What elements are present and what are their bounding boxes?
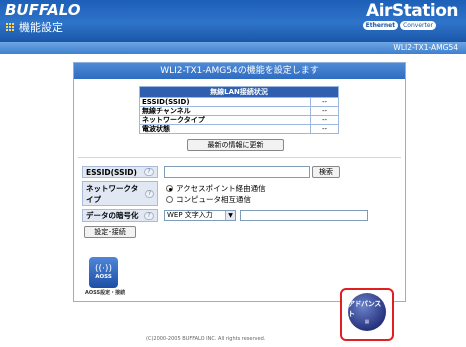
badge-ethernet: Ethernet bbox=[362, 21, 399, 30]
status-value: -- bbox=[310, 124, 339, 134]
apply-connect-button[interactable]: 設定･接続 bbox=[84, 226, 136, 238]
badge-converter: Converter bbox=[400, 21, 436, 30]
radio-access-point[interactable]: アクセスポイント経由通信 bbox=[166, 183, 266, 194]
status-value: -- bbox=[310, 115, 339, 125]
encryption-select-value: WEP 文字入力 bbox=[167, 211, 213, 219]
radio-button-selected[interactable] bbox=[166, 185, 173, 192]
encryption-label: データの暗号化 ? bbox=[82, 209, 158, 222]
table-row: 電波状態 -- bbox=[138, 124, 339, 134]
refresh-button[interactable]: 最新の情報に更新 bbox=[187, 139, 284, 151]
product-logo: AirStation bbox=[366, 1, 458, 21]
encryption-select[interactable]: WEP 文字入力 ▼ bbox=[164, 210, 236, 221]
status-value: -- bbox=[310, 97, 339, 107]
aoss-label: AOSS設定・接続 bbox=[85, 290, 126, 296]
status-label: 電波状態 bbox=[138, 124, 312, 134]
radio-button[interactable] bbox=[166, 196, 173, 203]
radio-adhoc[interactable]: コンピュータ相互通信 bbox=[166, 194, 251, 205]
aoss-button[interactable]: ((·)) AOSS bbox=[89, 257, 118, 288]
table-row: 無線チャンネル -- bbox=[138, 106, 339, 116]
status-label: ESSID(SSID) bbox=[138, 97, 312, 107]
grid-menu-icon bbox=[6, 22, 15, 32]
aoss-button-text: AOSS bbox=[95, 273, 112, 280]
chevron-down-icon[interactable]: ▼ bbox=[225, 211, 235, 220]
product-badge: Ethernet Converter bbox=[362, 21, 436, 30]
ssid-label: ESSID(SSID) ? bbox=[82, 166, 158, 178]
wireless-signal-icon: ((·)) bbox=[95, 263, 112, 274]
advanced-button[interactable]: アドバンスト ▦ bbox=[348, 293, 386, 331]
top-header: BUFFALO 機能設定 AirStation Ethernet Convert… bbox=[0, 0, 466, 42]
radio-label: アクセスポイント経由通信 bbox=[176, 184, 266, 193]
help-icon[interactable]: ? bbox=[144, 168, 154, 176]
network-type-label: ネットワークタイプ ? bbox=[82, 181, 158, 206]
ssid-input[interactable] bbox=[164, 166, 310, 178]
encryption-label-text: データの暗号化 bbox=[86, 211, 139, 220]
help-icon[interactable]: ? bbox=[144, 189, 154, 198]
settings-panel: WLI2-TX1-AMG54の機能を設定します 無線LAN接続状況 ESSID(… bbox=[73, 62, 406, 302]
model-name: WLI2-TX1-AMG54 bbox=[393, 43, 458, 52]
radio-label: コンピュータ相互通信 bbox=[176, 195, 251, 204]
menu-title: 機能設定 bbox=[6, 19, 63, 35]
advanced-globe-icon: ▦ bbox=[364, 319, 370, 325]
panel-title: WLI2-TX1-AMG54の機能を設定します bbox=[74, 63, 405, 79]
table-row: ネットワークタイプ -- bbox=[138, 115, 339, 125]
header-subbar: WLI2-TX1-AMG54 bbox=[0, 42, 466, 54]
help-icon[interactable]: ? bbox=[144, 211, 154, 220]
table-row: ESSID(SSID) -- bbox=[138, 97, 339, 107]
network-type-label-text: ネットワークタイプ bbox=[86, 183, 139, 204]
divider bbox=[78, 157, 401, 158]
brand-logo: BUFFALO bbox=[5, 1, 81, 19]
ssid-label-text: ESSID(SSID) bbox=[86, 167, 137, 177]
encryption-key-input[interactable] bbox=[240, 210, 368, 221]
advanced-label: アドバンスト bbox=[348, 300, 381, 318]
copyright: (C)2000-2005 BUFFALO INC. All rights res… bbox=[146, 336, 266, 342]
search-button[interactable]: 検索 bbox=[312, 166, 340, 178]
status-label: ネットワークタイプ bbox=[138, 115, 312, 125]
status-value: -- bbox=[310, 106, 339, 116]
status-label: 無線チャンネル bbox=[138, 106, 312, 116]
menu-title-label: 機能設定 bbox=[19, 21, 63, 34]
status-table-header: 無線LAN接続状況 bbox=[139, 86, 339, 98]
wireless-status-table: 無線LAN接続状況 ESSID(SSID) -- 無線チャンネル -- ネットワ… bbox=[138, 86, 339, 134]
advanced-highlight: アドバンスト ▦ bbox=[340, 288, 394, 341]
